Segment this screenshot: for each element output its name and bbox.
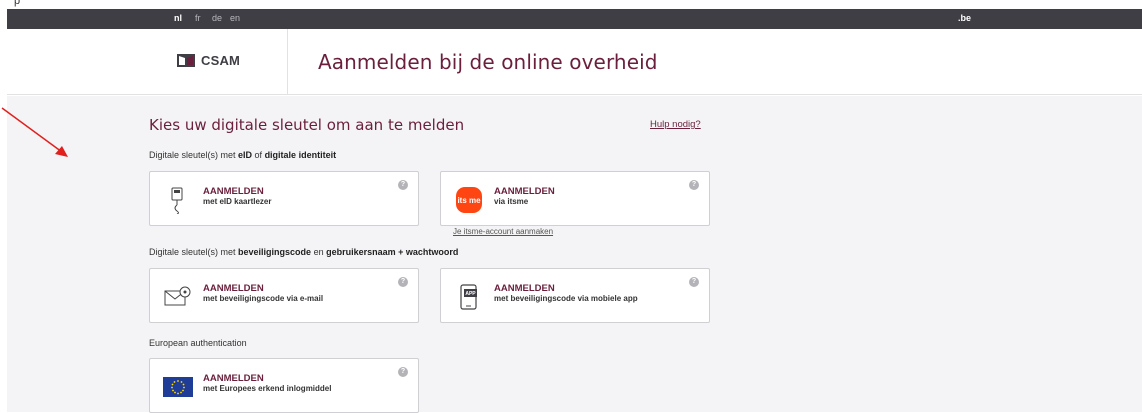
card-subtitle: met Europees erkend inlogmiddel (203, 384, 332, 393)
csam-logo[interactable]: CSAM (177, 53, 240, 68)
section-label-european: European authentication (149, 338, 247, 348)
section-label-part: en (311, 247, 327, 257)
section-label-bold: beveiligingscode (238, 247, 312, 257)
section-label-part: of (252, 150, 265, 160)
section-label-bold: digitale identiteit (264, 150, 337, 160)
section-heading: Kies uw digitale sleutel om aan te melde… (149, 116, 465, 134)
card-title: AANMELDEN (203, 186, 264, 197)
section-label-part: Digitale sleutel(s) met (149, 247, 239, 257)
top-strip-text: p (14, 0, 21, 7)
email-lock-icon (162, 283, 194, 311)
card-subtitle: met eID kaartlezer (203, 197, 272, 206)
itsme-logo: its me (453, 186, 485, 214)
login-card-email-code[interactable]: AANMELDEN met beveiligingscode via e-mai… (149, 268, 419, 323)
itsme-create-account-link[interactable]: Je itsme-account aanmaken (453, 227, 553, 236)
section-label-security-code: Digitale sleutel(s) met beveiligingscode… (149, 247, 458, 257)
mobile-app-icon: APP (453, 283, 485, 311)
card-reader-icon (162, 186, 194, 214)
section-label-bold: gebruikersnaam + wachtwoord (326, 247, 459, 257)
card-title: AANMELDEN (494, 186, 555, 197)
logo-text: CSAM (201, 53, 241, 68)
card-subtitle: met beveiligingscode via e-mail (203, 294, 324, 303)
section-label-bold: eID (238, 150, 253, 160)
csam-logo-icon (177, 54, 195, 67)
lang-de[interactable]: de (212, 13, 222, 23)
card-subtitle: via itsme (494, 197, 529, 206)
eu-flag-icon (162, 373, 194, 401)
card-title: AANMELDEN (203, 373, 264, 384)
language-bar: nl fr de en .be (7, 9, 1142, 29)
section-label-eid: Digitale sleutel(s) met eID of digitale … (149, 150, 336, 160)
help-icon[interactable]: ? (398, 367, 408, 377)
lang-en[interactable]: en (230, 13, 240, 23)
header-divider (287, 29, 288, 95)
section-label-part: Digitale sleutel(s) met (149, 150, 239, 160)
lang-fr[interactable]: fr (195, 13, 201, 23)
top-strip: p (0, 0, 1142, 9)
help-link[interactable]: Hulp nodig? (650, 119, 701, 130)
annotation-arrow-icon (1, 107, 68, 157)
be-domain-link[interactable]: .be (958, 13, 971, 23)
itsme-logo-text: its me (457, 196, 481, 205)
help-icon[interactable]: ? (398, 277, 408, 287)
lang-nl[interactable]: nl (174, 13, 182, 23)
login-card-mobile-app[interactable]: APP AANMELDEN met beveiligingscode via m… (440, 268, 710, 323)
help-icon[interactable]: ? (398, 180, 408, 190)
login-card-eid[interactable]: AANMELDEN met eID kaartlezer ? (149, 171, 419, 226)
help-icon[interactable]: ? (689, 180, 699, 190)
header: CSAM Aanmelden bij de online overheid (7, 29, 1142, 95)
login-card-itsme[interactable]: its me AANMELDEN via itsme ? (440, 171, 710, 226)
login-card-european[interactable]: AANMELDEN met Europees erkend inlogmidde… (149, 358, 419, 413)
card-title: AANMELDEN (494, 283, 555, 294)
card-title: AANMELDEN (203, 283, 264, 294)
help-icon[interactable]: ? (689, 277, 699, 287)
card-subtitle: met beveiligingscode via mobiele app (494, 294, 638, 303)
app-badge-text: APP (465, 291, 476, 297)
page-title: Aanmelden bij de online overheid (318, 50, 658, 74)
